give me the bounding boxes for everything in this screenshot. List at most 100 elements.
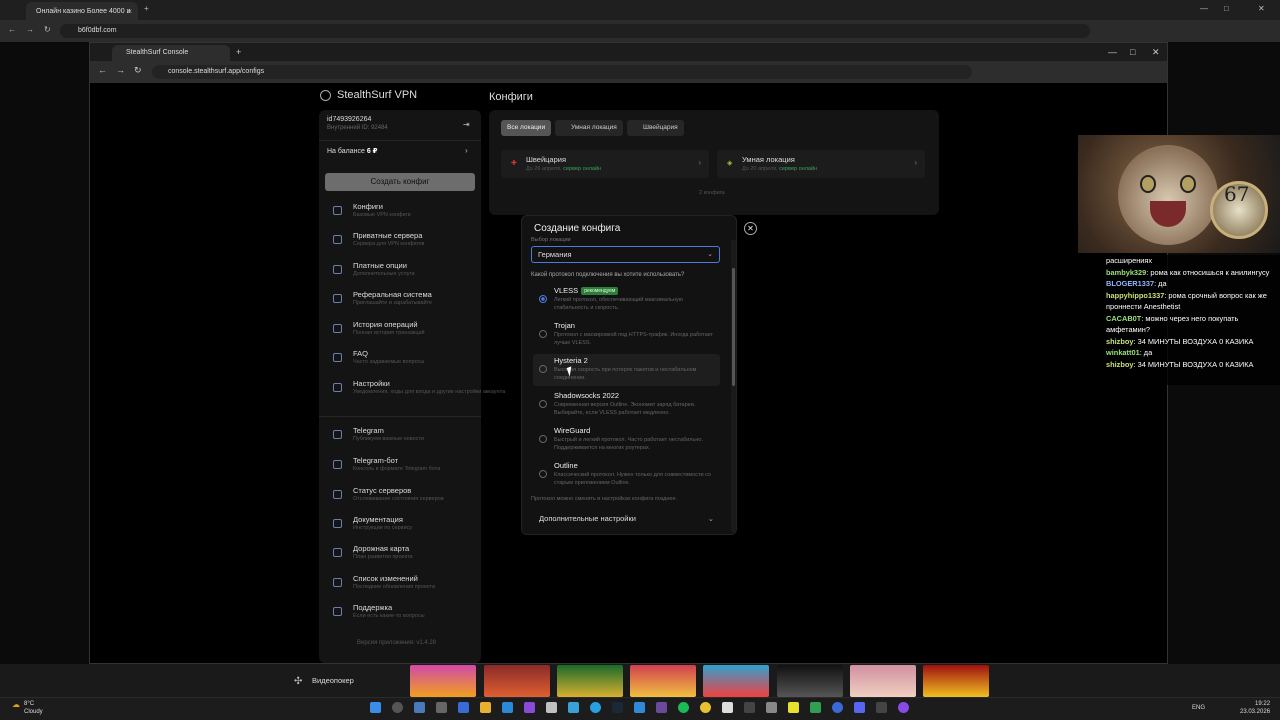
app-icon[interactable] <box>656 702 667 713</box>
protocol-option-hysteria[interactable]: Hysteria 2 Высокая скорость при потерях … <box>533 354 720 386</box>
sidebar-item-sub: Отслеживание состояния серверов <box>353 496 444 502</box>
location-select[interactable]: Германия ⌄ <box>531 246 720 263</box>
advanced-settings-toggle[interactable]: Дополнительные настройки ⌄ <box>531 510 720 528</box>
filter-switzerland[interactable]: Швейцария <box>627 120 684 136</box>
protocol-option-trojan[interactable]: Trojan Протокол с маскировкой под HTTPS-… <box>533 319 720 351</box>
weather-widget[interactable]: 8°C Cloudy <box>24 700 43 716</box>
game-tile[interactable] <box>850 665 916 697</box>
close-icon[interactable]: × <box>127 7 132 16</box>
reload-icon[interactable]: ↻ <box>44 25 51 34</box>
forward-icon[interactable]: → <box>26 25 34 34</box>
app-icon[interactable] <box>744 702 755 713</box>
protocol-option-outline[interactable]: Outline Классический протокол. Нужен тол… <box>533 459 720 491</box>
game-tile[interactable] <box>703 665 769 697</box>
new-tab-icon[interactable]: + <box>144 4 149 13</box>
windows-start-icon[interactable] <box>370 702 381 713</box>
sidebar-item-history[interactable]: История операций Полная история транзакц… <box>333 320 473 342</box>
game-tile[interactable] <box>410 665 476 697</box>
location-card-smart[interactable]: ◈ Умная локация До 20 апреля, сервер онл… <box>717 150 925 178</box>
radio[interactable] <box>539 400 547 408</box>
balance-row[interactable]: На балансе 6 ₽ <box>327 147 378 155</box>
sidebar-item-telegram-bot[interactable]: Telegram-бот Консоль в формате Telegram … <box>333 456 473 478</box>
game-tile[interactable] <box>630 665 696 697</box>
back-icon[interactable]: ← <box>98 65 107 75</box>
radio[interactable] <box>539 470 547 478</box>
search-icon[interactable] <box>392 702 403 713</box>
back-icon[interactable]: ← <box>8 25 16 34</box>
sidebar-item-configs[interactable]: Конфиги Базовые VPN конфиги <box>333 202 473 224</box>
close-window-icon[interactable]: ✕ <box>1152 47 1160 58</box>
reload-icon[interactable]: ↻ <box>134 65 142 76</box>
app-icon[interactable] <box>634 702 645 713</box>
app-icon[interactable] <box>458 702 469 713</box>
game-tile[interactable] <box>484 665 550 697</box>
app-icon[interactable] <box>876 702 887 713</box>
app-icon[interactable] <box>722 702 733 713</box>
clock[interactable]: 19:22 23.03.2026 <box>1240 700 1270 716</box>
app-icon[interactable] <box>766 702 777 713</box>
language-indicator[interactable]: ENG <box>1192 705 1205 711</box>
scrollbar-thumb[interactable] <box>732 268 735 386</box>
sidebar-item-paid-options[interactable]: Платные опции Дополнительные услуги <box>333 261 473 283</box>
sidebar-item-referral[interactable]: Реферальная система Приглашайте и зараба… <box>333 290 473 312</box>
protocol-desc: Высокая скорость при потерях пакетов и н… <box>554 367 697 381</box>
game-tile[interactable] <box>777 665 843 697</box>
folder-icon[interactable] <box>480 702 491 713</box>
outer-url-field[interactable]: b6f0dbf.com <box>60 24 1090 38</box>
filter-smart-location[interactable]: Умная локация <box>555 120 623 136</box>
steam-icon[interactable] <box>612 702 623 713</box>
forward-icon[interactable]: → <box>116 65 125 75</box>
app-icon[interactable] <box>788 702 799 713</box>
app-icon[interactable] <box>502 702 513 713</box>
app-icon[interactable] <box>568 702 579 713</box>
app-icon[interactable] <box>898 702 909 713</box>
brand[interactable]: StealthSurf VPN <box>320 89 417 101</box>
radio[interactable] <box>539 365 547 373</box>
sidebar-item-server-status[interactable]: Статус серверов Отслеживание состояния с… <box>333 486 473 508</box>
app-icon[interactable] <box>810 702 821 713</box>
protocol-option-wireguard[interactable]: WireGuard Быстрый и легкий протокол. Час… <box>533 424 720 456</box>
sidebar-item-sub: Инструкции по сервису <box>353 525 413 531</box>
telegram-icon[interactable] <box>590 702 601 713</box>
inner-url-field[interactable]: console.stealthsurf.app/configs <box>152 65 972 79</box>
create-config-button[interactable]: Создать конфиг <box>325 173 475 191</box>
radio[interactable] <box>539 330 547 338</box>
spotify-icon[interactable] <box>678 702 689 713</box>
protocol-option-vless[interactable]: VLESS рекомендуем Легкий протокол, обеспе… <box>533 284 720 316</box>
task-view-icon[interactable] <box>414 702 425 713</box>
sidebar-item-private-servers[interactable]: Приватные сервера Сервера для VPN конфиг… <box>333 231 473 253</box>
game-tile[interactable] <box>923 665 989 697</box>
sidebar-item-roadmap[interactable]: Дорожная карта План развития проекта <box>333 544 473 566</box>
protocol-option-shadowsocks[interactable]: Shadowsocks 2022 Современная версия Outl… <box>533 389 720 421</box>
logout-icon[interactable]: ⇥ <box>463 120 470 129</box>
location-card-switzerland[interactable]: ✚ Швейцария До 26 апреля, сервер онлайн … <box>501 150 709 178</box>
category-label[interactable]: Видеопокер <box>312 676 354 685</box>
radio-selected[interactable] <box>539 295 547 303</box>
new-tab-icon[interactable]: + <box>236 47 241 57</box>
minimize-icon[interactable]: — <box>1108 47 1117 57</box>
outer-tab[interactable]: Онлайн казино Более 4000 и × <box>26 2 138 20</box>
sidebar-item-telegram[interactable]: Telegram Публикуем важные новости <box>333 426 473 448</box>
app-icon[interactable] <box>524 702 535 713</box>
inner-tab[interactable]: StealthSurf Console <box>112 45 230 61</box>
app-icon[interactable] <box>546 702 557 713</box>
app-icon[interactable] <box>832 702 843 713</box>
radio[interactable] <box>539 435 547 443</box>
close-window-icon[interactable]: ✕ <box>1258 4 1265 13</box>
app-icon[interactable] <box>436 702 447 713</box>
maximize-icon[interactable]: □ <box>1130 47 1135 57</box>
filter-all-locations[interactable]: Все локации <box>501 120 552 136</box>
game-tile[interactable] <box>557 665 623 697</box>
chrome-icon[interactable] <box>700 702 711 713</box>
sidebar-item-docs[interactable]: Документация Инструкции по сервису <box>333 515 473 537</box>
protocol-name: WireGuard <box>554 426 591 435</box>
close-icon[interactable]: ✕ <box>744 222 757 235</box>
discord-icon[interactable] <box>854 702 865 713</box>
maximize-icon[interactable]: □ <box>1224 4 1229 13</box>
sidebar-item-faq[interactable]: FAQ Часто задаваемые вопросы <box>333 349 473 371</box>
sidebar-item-changelog[interactable]: Список изменений Последние обновления пр… <box>333 574 473 596</box>
page-title: Конфиги <box>489 91 533 103</box>
sidebar-item-support[interactable]: Поддержка Если есть какие-то вопросы <box>333 603 473 625</box>
sidebar-item-settings[interactable]: Настройки Уведомления, ходы для входа и … <box>333 379 505 401</box>
minimize-icon[interactable]: — <box>1200 4 1208 13</box>
